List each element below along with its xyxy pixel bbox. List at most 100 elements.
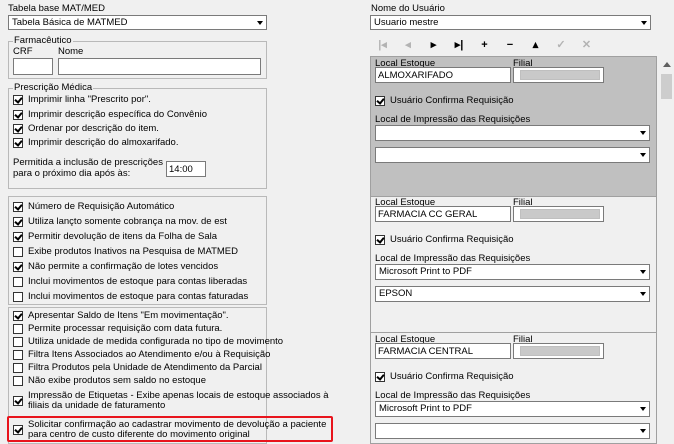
usuario-confirma-option[interactable]: Usuário Confirma Requisição [375,234,555,246]
checkbox-label: Utiliza unidade de medida configurada no… [28,336,284,347]
movimento-item-0[interactable]: Apresentar Saldo de Itens "Em movimentaç… [13,310,265,322]
checkbox-label: Usuário Confirma Requisição [390,371,514,382]
printer-select-1[interactable] [375,125,650,141]
prescricao-item-2[interactable]: Ordenar por descrição do item. [13,123,263,135]
chevron-down-icon[interactable] [637,16,650,29]
next-icon[interactable]: ▸ [421,36,446,53]
record-divider [371,332,656,333]
printer-select-2[interactable] [375,423,650,439]
checkbox[interactable] [13,425,23,435]
edit-icon[interactable]: ▴ [523,36,548,53]
local-estoque-field[interactable]: FARMACIA CENTRAL [375,343,511,359]
checkbox[interactable] [375,96,385,106]
filial-field[interactable] [513,343,604,359]
checkbox[interactable] [13,337,23,347]
printer-value-2: EPSON [379,288,413,299]
checkbox-label: Usuário Confirma Requisição [390,234,514,245]
permitida-label-line2: para o próximo dia após às: [13,168,131,179]
chevron-down-icon[interactable] [253,16,266,29]
tabela-base-label: Tabela base MAT/MED [8,3,105,14]
checkbox[interactable] [13,292,23,302]
opcao-item-3[interactable]: Exibe produtos Inativos na Pesquisa de M… [13,246,265,258]
printer-select-2[interactable]: EPSON [375,286,650,302]
last-icon[interactable]: ▸| [447,36,472,53]
post-icon[interactable]: ✓ [549,36,574,53]
checkbox[interactable] [375,372,385,382]
local-impressao-label: Local de Impressão das Requisições [375,253,531,264]
movimento-item-2[interactable]: Utiliza unidade de medida configurada no… [13,336,283,348]
checkbox[interactable] [13,262,23,272]
first-icon[interactable]: |◂ [370,36,395,53]
vertical-scrollbar[interactable] [659,57,674,444]
nome-field[interactable] [58,58,261,75]
opcao-item-6[interactable]: Inclui movimentos de estoque para contas… [13,291,265,303]
tabela-base-select[interactable]: Tabela Básica de MATMED [8,15,267,30]
printer-select-1[interactable]: Microsoft Print to PDF [375,264,650,280]
usuario-select[interactable]: Usuario mestre [370,15,651,30]
checkbox-label: Apresentar Saldo de Itens "Em movimentaç… [28,310,229,321]
usuario-confirma-option[interactable]: Usuário Confirma Requisição [375,371,555,383]
chevron-down-icon[interactable] [636,265,649,278]
checkbox[interactable] [13,202,23,212]
opcao-item-2[interactable]: Permitir devolução de itens da Folha de … [13,231,265,243]
farmaceutico-title: Farmacêutico [13,35,73,46]
solicitar-label-line2: para centro de custo diferente do movime… [28,429,250,440]
checkbox-label: Filtra Itens Associados ao Atendimento e… [28,349,271,360]
chevron-down-icon[interactable] [636,148,649,161]
checkbox[interactable] [13,324,23,334]
time-field[interactable]: 14:00 [166,161,206,177]
chevron-down-icon[interactable] [636,402,649,415]
checkbox[interactable] [13,311,23,321]
checkbox[interactable] [13,247,23,257]
checkbox[interactable] [13,396,23,406]
time-value: 14:00 [169,164,193,175]
prescricao-item-3[interactable]: Imprimir descrição do almoxarifado. [13,137,263,149]
filial-field[interactable] [513,67,604,83]
scroll-up-icon[interactable] [663,62,671,67]
crf-label: CRF [13,46,33,57]
local-estoque-value: FARMACIA CENTRAL [378,346,474,357]
checkbox[interactable] [13,350,23,360]
checkbox[interactable] [13,363,23,373]
checkbox-label: Não permite a confirmação de lotes venci… [28,261,219,272]
movimento-item-3[interactable]: Filtra Itens Associados ao Atendimento e… [13,349,270,361]
checkbox[interactable] [13,376,23,386]
opcao-item-1[interactable]: Utiliza lançto somente cobrança na mov. … [13,216,265,228]
opcao-item-4[interactable]: Não permite a confirmação de lotes venci… [13,261,265,273]
prescricao-item-1[interactable]: Imprimir descrição específica do Convêni… [13,109,263,121]
checkbox[interactable] [13,217,23,227]
movimento-item-5[interactable]: Não exibe produtos sem saldo no estoque [13,375,265,387]
checkbox[interactable] [13,124,23,134]
printer-select-1[interactable]: Microsoft Print to PDF [375,401,650,417]
opcao-item-5[interactable]: Inclui movimentos de estoque para contas… [13,276,265,288]
solicitar-confirmacao-option[interactable]: Solicitar confirmação ao cadastrar movim… [13,419,333,441]
local-estoque-field[interactable]: FARMACIA CC GERAL [375,206,511,222]
checkbox[interactable] [13,277,23,287]
checkbox[interactable] [13,95,23,105]
chevron-down-icon[interactable] [636,126,649,139]
chevron-down-icon[interactable] [636,287,649,300]
prescricao-item-0[interactable]: Imprimir linha "Prescrito por". [13,94,263,106]
navigator-toolbar: |◂ ◂ ▸ ▸| + − ▴ ✓ ✕ [370,36,601,53]
checkbox[interactable] [13,232,23,242]
cancel-icon[interactable]: ✕ [574,36,599,53]
insert-icon[interactable]: + [472,36,497,53]
checkbox[interactable] [13,110,23,120]
crf-field[interactable] [13,58,53,75]
etiquetas-option[interactable]: Impressão de Etiquetas - Exibe apenas lo… [13,390,329,412]
usuario-confirma-option[interactable]: Usuário Confirma Requisição [375,95,555,107]
checkbox-label: Número de Requisição Automático [28,201,175,212]
local-estoque-field[interactable]: ALMOXARIFADO [375,67,511,83]
checkbox[interactable] [13,138,23,148]
scroll-thumb[interactable] [661,74,672,99]
printer-select-2[interactable] [375,147,650,163]
filial-field[interactable] [513,206,604,222]
movimento-item-1[interactable]: Permite processar requisição com data fu… [13,323,265,335]
movimento-item-4[interactable]: Filtra Produtos pela Unidade de Atendime… [13,362,265,374]
chevron-down-icon[interactable] [636,424,649,437]
checkbox-label: Permitir devolução de itens da Folha de … [28,231,218,242]
opcao-item-0[interactable]: Número de Requisição Automático [13,201,265,213]
delete-icon[interactable]: − [498,36,523,53]
prior-icon[interactable]: ◂ [396,36,421,53]
checkbox[interactable] [375,235,385,245]
